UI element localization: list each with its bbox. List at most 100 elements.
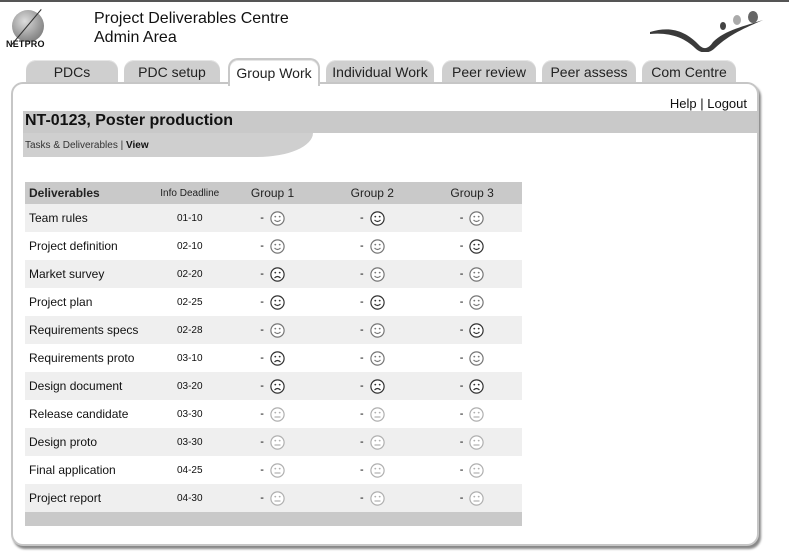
breadcrumb-tasks-deliverables[interactable]: Tasks & Deliverables	[25, 140, 118, 151]
status-dash: -	[359, 379, 364, 392]
tab-individual-work[interactable]: Individual Work	[326, 60, 434, 84]
group-3-status[interactable]: -	[422, 456, 522, 484]
group-2-status[interactable]: -	[322, 288, 423, 316]
smiley-neutral-icon	[270, 434, 285, 450]
tab-pdcs[interactable]: PDCs	[26, 60, 118, 84]
col-info-deadline: Info Deadline	[156, 182, 223, 204]
deliverable-name: Market survey	[25, 260, 157, 288]
status-dash: -	[260, 463, 264, 476]
group-1-status[interactable]: -	[222, 400, 323, 428]
tab-peer-assess[interactable]: Peer assess	[542, 60, 636, 84]
app-title: Project Deliverables Centre Admin Area	[94, 9, 289, 47]
help-link[interactable]: Help	[670, 96, 697, 111]
group-2-status[interactable]: -	[322, 400, 423, 428]
group-1-status[interactable]: -	[222, 232, 323, 260]
group-2-status[interactable]: -	[322, 204, 423, 232]
group-3-status[interactable]: -	[422, 372, 522, 400]
deliverable-name: Requirements specs	[25, 316, 157, 344]
smiley-neutral-icon	[369, 462, 385, 478]
status-dash: -	[459, 211, 464, 224]
group-2-status[interactable]: -	[322, 456, 423, 484]
group-2-status[interactable]: -	[322, 484, 423, 512]
status-dash: -	[359, 491, 364, 504]
group-3-status[interactable]: -	[422, 400, 522, 428]
deadline-cell: 04-25	[156, 456, 223, 484]
smiley-neutral-icon	[270, 490, 285, 506]
deliverable-name: Design document	[25, 372, 157, 400]
group-3-status[interactable]: -	[422, 232, 522, 260]
status-dash: -	[459, 239, 464, 252]
deliverable-name: Project definition	[25, 232, 157, 260]
help-logout-links: Help | Logout	[670, 96, 747, 111]
status-dash: -	[459, 491, 464, 504]
smiley-sad-icon	[270, 378, 285, 394]
status-dash: -	[359, 267, 364, 280]
smiley-sad-icon	[270, 350, 285, 366]
status-dash: -	[260, 379, 264, 392]
smiley-happy-icon	[369, 294, 385, 310]
group-3-status[interactable]: -	[422, 484, 522, 512]
group-1-status[interactable]: -	[222, 260, 323, 288]
status-dash: -	[260, 267, 264, 280]
table-row: Release candidate 03-30 - - -	[25, 400, 522, 428]
status-dash: -	[260, 211, 264, 224]
smiley-happy-icon	[469, 238, 485, 254]
group-3-status[interactable]: -	[422, 428, 522, 456]
smiley-neutral-icon	[270, 462, 285, 478]
deadline-cell: 02-20	[156, 260, 223, 288]
deadline-cell: 03-30	[156, 428, 223, 456]
smiley-happy-icon	[270, 210, 285, 226]
tab-group-work[interactable]: Group Work	[228, 58, 320, 86]
group-1-status[interactable]: -	[222, 316, 323, 344]
status-dash: -	[359, 351, 364, 364]
group-3-status[interactable]: -	[422, 204, 522, 232]
group-2-status[interactable]: -	[322, 232, 423, 260]
tab-peer-review[interactable]: Peer review	[442, 60, 536, 84]
group-1-status[interactable]: -	[222, 372, 323, 400]
group-3-status[interactable]: -	[422, 344, 522, 372]
logout-link[interactable]: Logout	[707, 96, 747, 111]
group-1-status[interactable]: -	[222, 204, 323, 232]
smiley-happy-icon	[270, 294, 285, 310]
breadcrumb: Tasks & Deliverables | View	[23, 133, 313, 157]
col-group-2: Group 2	[322, 182, 423, 204]
table-row: Project plan 02-25 - - -	[25, 288, 522, 316]
group-3-status[interactable]: -	[422, 288, 522, 316]
status-dash: -	[359, 463, 364, 476]
group-2-status[interactable]: -	[322, 344, 423, 372]
group-1-status[interactable]: -	[222, 288, 323, 316]
group-1-status[interactable]: -	[222, 344, 323, 372]
group-1-status[interactable]: -	[222, 456, 323, 484]
table-header-row: Deliverables Info Deadline Group 1 Group…	[25, 182, 522, 204]
table-row: Market survey 02-20 - - -	[25, 260, 522, 288]
deliverable-name: Requirements proto	[25, 344, 157, 372]
status-dash: -	[260, 351, 264, 364]
status-dash: -	[459, 379, 464, 392]
deadline-cell: 03-20	[156, 372, 223, 400]
tab-pdc-setup[interactable]: PDC setup	[124, 60, 220, 84]
status-dash: -	[459, 267, 464, 280]
group-2-status[interactable]: -	[322, 316, 423, 344]
brand-bird-logo	[650, 11, 763, 52]
status-dash: -	[359, 435, 364, 448]
smiley-happy-icon	[270, 322, 285, 338]
group-2-status[interactable]: -	[322, 260, 423, 288]
table-row: Final application 04-25 - - -	[25, 456, 522, 484]
tab-com-centre[interactable]: Com Centre	[642, 60, 736, 84]
table-row: Project definition 02-10 - - -	[25, 232, 522, 260]
smiley-neutral-icon	[469, 406, 485, 422]
deadline-cell: 01-10	[156, 204, 223, 232]
group-2-status[interactable]: -	[322, 428, 423, 456]
group-1-status[interactable]: -	[222, 484, 323, 512]
table-footer-bar	[25, 512, 522, 526]
status-dash: -	[459, 407, 464, 420]
status-dash: -	[359, 211, 364, 224]
smiley-neutral-icon	[469, 490, 485, 506]
status-dash: -	[359, 407, 364, 420]
group-3-status[interactable]: -	[422, 260, 522, 288]
group-2-status[interactable]: -	[322, 372, 423, 400]
group-1-status[interactable]: -	[222, 428, 323, 456]
deadline-cell: 03-10	[156, 344, 223, 372]
group-3-status[interactable]: -	[422, 316, 522, 344]
deliverable-name: Project report	[25, 484, 157, 512]
